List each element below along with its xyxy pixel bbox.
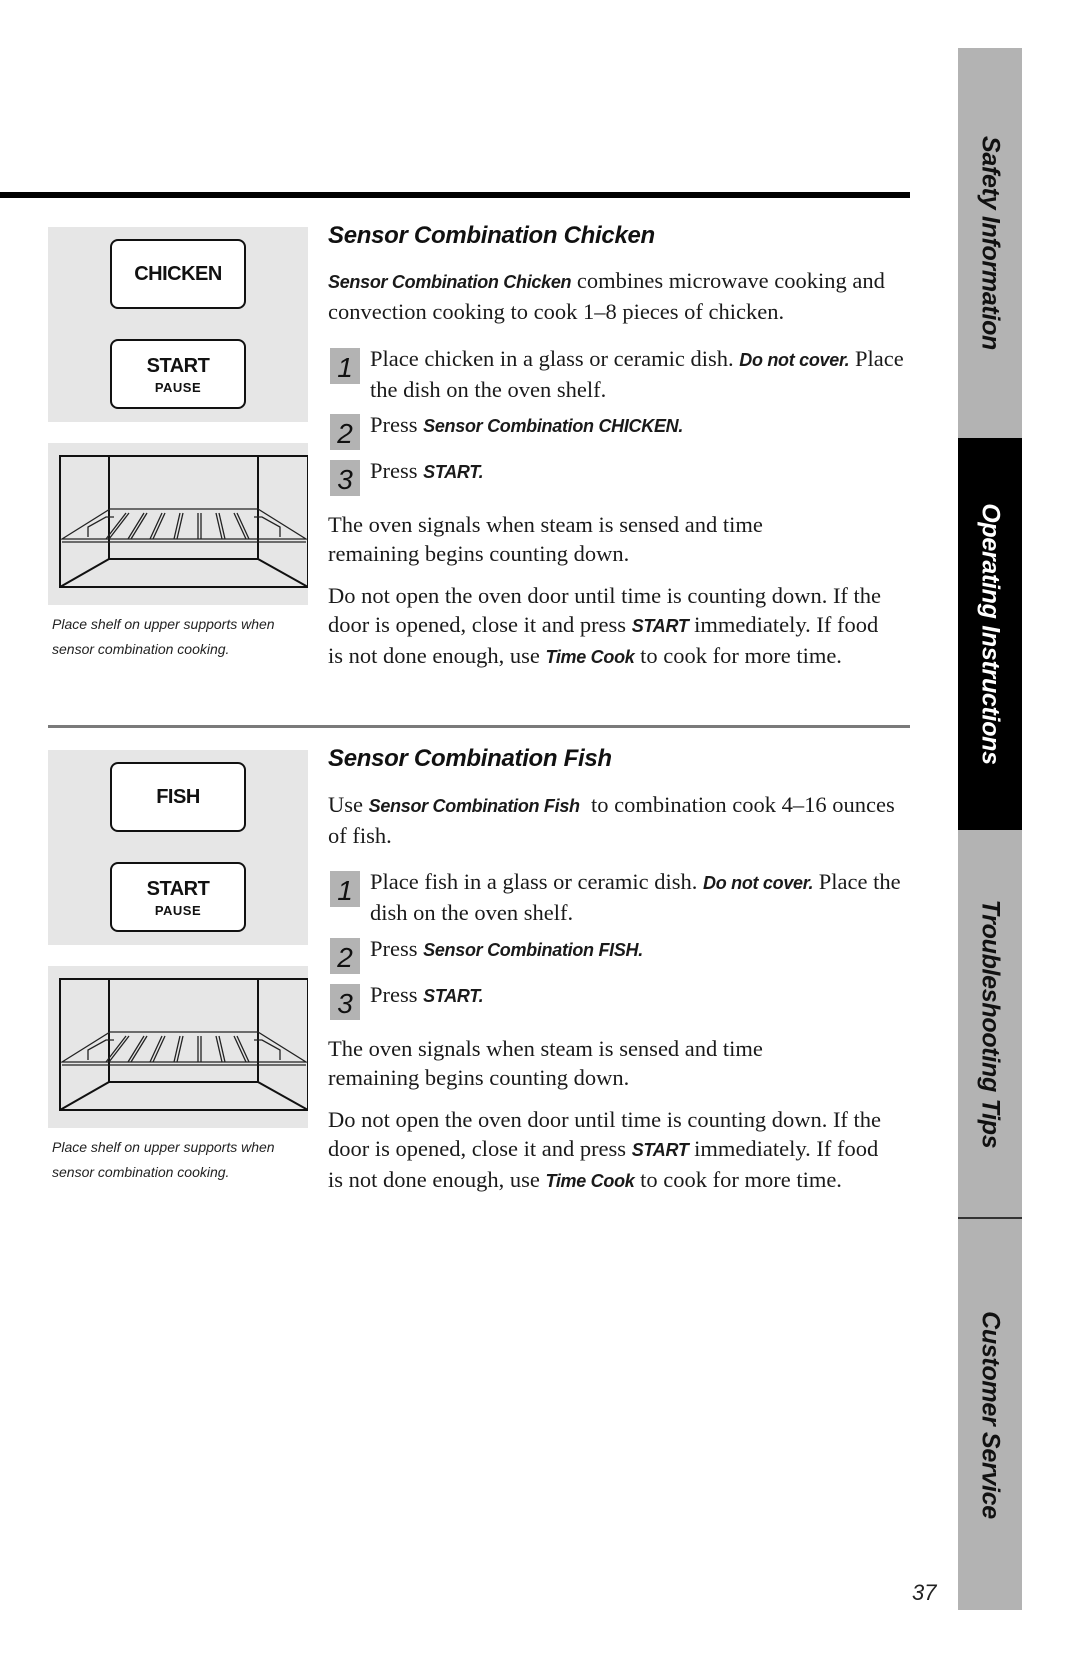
- step-instruction: Place fish in a glass or ceramic dish.: [370, 869, 704, 894]
- step-instruction: Press: [370, 982, 424, 1007]
- step-number-badge: 1: [330, 871, 360, 907]
- step-number-badge: 2: [330, 414, 360, 450]
- step-instruction: Place chicken in a glass or ceramic dish…: [370, 346, 740, 371]
- door-text: to cook for more time.: [634, 643, 842, 668]
- step-text: Place chicken in a glass or ceramic dish…: [370, 344, 910, 404]
- step-emphasis: Sensor Combination CHICKEN.: [423, 416, 684, 436]
- step-text: Press Sensor Combination CHICKEN.: [370, 410, 910, 441]
- start-reference: START: [631, 616, 689, 636]
- step-text: Press START.: [370, 980, 910, 1011]
- step-number-badge: 3: [330, 984, 360, 1020]
- oven-shelf-icon: [59, 978, 308, 1111]
- fish-signal-text: The oven signals when steam is sensed an…: [328, 1036, 763, 1090]
- fish-intro: Use Sensor Combination Fish to combinati…: [328, 790, 908, 850]
- chicken-intro: Sensor Combination Chicken combines micr…: [328, 266, 908, 326]
- page-number: 37: [912, 1580, 937, 1605]
- fish-section-title: Sensor Combination Fish: [328, 745, 612, 772]
- tab-label: Safety Information: [976, 135, 1005, 351]
- caption-line: Place shelf on upper supports when: [52, 1139, 275, 1155]
- step-emphasis: START.: [423, 462, 484, 482]
- step-instruction: Press: [370, 936, 424, 961]
- step-text: Press START.: [370, 456, 910, 487]
- step-number-badge: 2: [330, 938, 360, 974]
- chicken-door-text: Do not open the oven door until time is …: [328, 581, 898, 672]
- step-emphasis: Do not cover.: [703, 873, 814, 893]
- feature-name: Sensor Combination Fish: [368, 796, 580, 816]
- fish-door-text: Do not open the oven door until time is …: [328, 1105, 898, 1196]
- step-instruction: Press: [370, 412, 424, 437]
- tab-safety-information[interactable]: Safety Information: [958, 48, 1022, 438]
- section-divider: [48, 725, 910, 728]
- time-cook-reference: Time Cook: [545, 647, 635, 667]
- door-text: to cook for more time.: [634, 1167, 842, 1192]
- step-text: Place fish in a glass or ceramic dish. D…: [370, 867, 910, 927]
- tab-customer-service[interactable]: Customer Service: [958, 1219, 1022, 1610]
- tab-label: Operating Instructions: [976, 503, 1005, 765]
- start-pause-key: START PAUSE: [110, 339, 246, 409]
- step-emphasis: START.: [423, 986, 484, 1006]
- oven-shelf-icon: [59, 455, 308, 588]
- step-emphasis: Sensor Combination FISH.: [423, 940, 643, 960]
- start-pause-key: START PAUSE: [110, 862, 246, 932]
- chicken-section-title: Sensor Combination Chicken: [328, 222, 655, 249]
- fish-keypad-panel: FISH START PAUSE: [48, 750, 308, 945]
- top-rule: [0, 192, 910, 198]
- tab-label: Troubleshooting Tips: [976, 899, 1005, 1148]
- start-reference: START: [631, 1140, 689, 1160]
- feature-name: Sensor Combination Chicken: [328, 272, 572, 292]
- fish-shelf-caption: Place shelf on upper supports when senso…: [52, 1135, 312, 1185]
- step-text: Press Sensor Combination FISH.: [370, 934, 910, 965]
- step-number-badge: 1: [330, 348, 360, 384]
- chicken-oven-shelf-illustration: [48, 443, 308, 605]
- tab-operating-instructions[interactable]: Operating Instructions: [958, 438, 1022, 830]
- chicken-key: CHICKEN: [110, 239, 246, 309]
- tab-troubleshooting-tips[interactable]: Troubleshooting Tips: [958, 830, 1022, 1217]
- intro-text: Use: [328, 792, 369, 817]
- fish-oven-shelf-illustration: [48, 966, 308, 1128]
- step-emphasis: Do not cover.: [739, 350, 850, 370]
- step-instruction: Press: [370, 458, 424, 483]
- caption-line: sensor combination cooking.: [52, 1164, 230, 1180]
- caption-line: sensor combination cooking.: [52, 641, 230, 657]
- chicken-shelf-caption: Place shelf on upper supports when senso…: [52, 612, 312, 662]
- tab-label: Customer Service: [976, 1310, 1005, 1519]
- chicken-signal-text: The oven signals when steam is sensed an…: [328, 512, 763, 566]
- step-number-badge: 3: [330, 460, 360, 496]
- caption-line: Place shelf on upper supports when: [52, 616, 275, 632]
- fish-key: FISH: [110, 762, 246, 832]
- time-cook-reference: Time Cook: [545, 1171, 635, 1191]
- chicken-keypad-panel: CHICKEN START PAUSE: [48, 227, 308, 422]
